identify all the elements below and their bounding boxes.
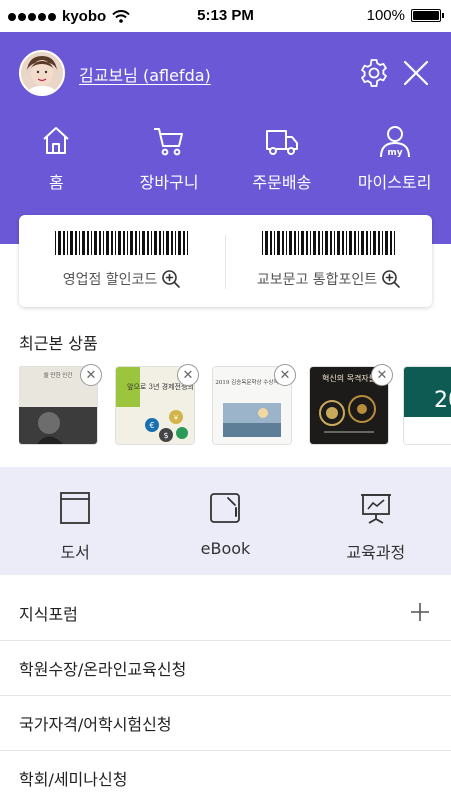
remove-recent-button[interactable]: ✕ (371, 364, 393, 386)
main-nav: 홈 장바구니 주문배송 my 마이스토리 (0, 124, 451, 194)
remove-recent-button[interactable]: ✕ (80, 364, 102, 386)
gear-icon[interactable] (358, 57, 390, 89)
recent-section-title: 최근본 상품 (19, 334, 98, 353)
remove-recent-button[interactable]: ✕ (274, 364, 296, 386)
home-icon (43, 127, 70, 154)
recent-book-cover[interactable]: 20 부의 지 (404, 367, 451, 444)
ebook-tablet-icon (210, 493, 241, 523)
presentation-board-icon (360, 494, 391, 524)
menu-list: 지식포럼 학원수장/온라인교육신청 국가자격/어학시험신청 학회/세미나신청 (0, 586, 451, 800)
book-icon (60, 492, 91, 524)
barcode-card: 영업점 할인코드 교보문고 통합포인트 (19, 215, 432, 307)
truck-icon (265, 130, 298, 155)
category-band: 도서 eBook 교육과정 (0, 467, 451, 575)
avatar[interactable] (19, 50, 65, 96)
barcode-image (54, 231, 190, 255)
barcode-image (261, 231, 397, 255)
plus-icon[interactable] (409, 601, 431, 623)
category-ebook[interactable]: eBook (150, 467, 300, 575)
cart-icon (154, 128, 184, 156)
svg-text:20 부의 지: 20 부의 지 (434, 388, 451, 413)
svg-text:혁신의 목격자들: 혁신의 목격자들 (322, 373, 376, 383)
zoom-in-icon[interactable] (381, 269, 401, 289)
status-bar: kyobo 5:13 PM 100% (0, 0, 451, 32)
close-icon[interactable] (402, 59, 430, 87)
nav-cart[interactable]: 장바구니 (113, 124, 226, 194)
svg-text:¥: ¥ (174, 414, 179, 422)
svg-text:€: € (149, 421, 154, 430)
store-discount-code[interactable]: 영업점 할인코드 (19, 215, 225, 307)
menu-certification-language-test[interactable]: 국가자격/어학시험신청 (0, 696, 451, 751)
remove-recent-button[interactable]: ✕ (177, 364, 199, 386)
category-education[interactable]: 교육과정 (301, 467, 451, 575)
menu-academy-online-course[interactable]: 학원수장/온라인교육신청 (0, 641, 451, 696)
menu-knowledge-forum[interactable]: 지식포럼 (0, 586, 451, 641)
zoom-in-icon[interactable] (161, 269, 181, 289)
svg-text:$: $ (163, 431, 168, 440)
nav-home[interactable]: 홈 (0, 124, 113, 194)
my-user-icon: my (379, 126, 410, 158)
profile-header: 김교보님 (aflefda) 홈 장바구니 주문배송 my 마이스토리 (0, 32, 451, 244)
username-link[interactable]: 김교보님 (aflefda) (79, 62, 211, 86)
nav-my-story[interactable]: my 마이스토리 (338, 124, 451, 194)
svg-text:쓸 만한 인간: 쓸 만한 인간 (44, 371, 73, 379)
battery-percent: 100% (366, 7, 405, 24)
svg-text:my: my (387, 148, 402, 158)
kyobo-integrated-points[interactable]: 교보문고 통합포인트 (226, 215, 432, 307)
category-books[interactable]: 도서 (0, 467, 150, 575)
recent-books-strip[interactable]: 쓸 만한 인간 ✕ 앞으로 3년 경제전쟁의 미래 € $ ¥ ✕ 2019 김… (19, 364, 451, 446)
menu-conference-seminar[interactable]: 학회/세미나신청 (0, 751, 451, 800)
nav-order-delivery[interactable]: 주문배송 (226, 124, 339, 194)
battery-icon (411, 9, 444, 22)
